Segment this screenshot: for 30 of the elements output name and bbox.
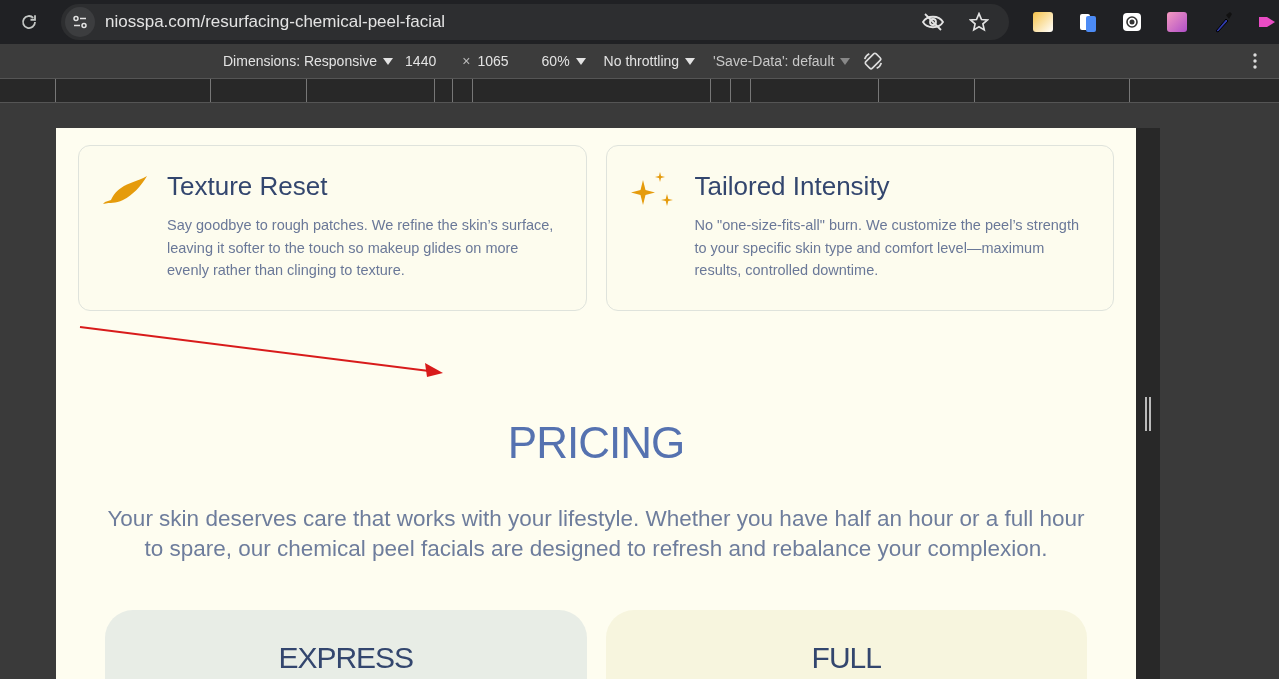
star-icon[interactable] [969,12,989,32]
site-info-icon[interactable] [65,7,95,37]
throttling-dropdown[interactable]: No throttling [603,50,680,72]
caret-icon [575,57,586,65]
pages-extension-icon[interactable] [1079,12,1097,32]
plan-name: EXPRESS [278,640,414,676]
save-data-dropdown[interactable]: 'Save-Data': default [713,50,835,72]
more-options-icon[interactable] [1253,53,1257,69]
feature-text: No "one-size-fits-all" burn. We customize the peel’s strength to your specific skin type and comfort level—maximum results, controlled downtime. [694,216,1080,280]
height-field[interactable]: 1065 [477,50,509,72]
caret-icon [685,57,696,65]
reload-icon[interactable] [20,13,38,31]
url-text: niosspa.com/resurfacing-chemical-peel-facial [105,11,446,34]
rotate-icon[interactable] [862,50,885,72]
plan-name: FULL [811,640,881,676]
caret-icon [383,57,394,65]
feature-text: Say goodbye to rough patches. We refine the skin’s surface, leaving it softer to the touch so makeup glides on more evenly rather than clinging to texture. [167,216,555,280]
feature-title: Tailored Intensity [694,170,891,202]
caret-icon [840,57,851,65]
pricing-intro: Your skin deserves care that works with your lifestyle. Whether you have half an hour or a full hour to spare, our chemical peel facials are designed to refresh and rebalance your complexion. [106,505,1086,563]
eye-slash-icon[interactable] [921,12,945,32]
address-bar[interactable]: niosspa.com/resurfacing-chemical-peel-facial [61,4,1009,40]
zoom-dropdown[interactable]: 60% [541,50,570,72]
dimensions-dropdown[interactable]: Dimensions: Responsive [223,50,378,72]
record-extension-icon[interactable] [1123,13,1141,31]
resize-handle[interactable] [1145,396,1151,431]
width-field[interactable]: 1440 [405,50,437,72]
pricing-heading: PRICING [506,417,686,469]
feature-title: Texture Reset [167,170,329,202]
times-sign: × [462,51,471,71]
